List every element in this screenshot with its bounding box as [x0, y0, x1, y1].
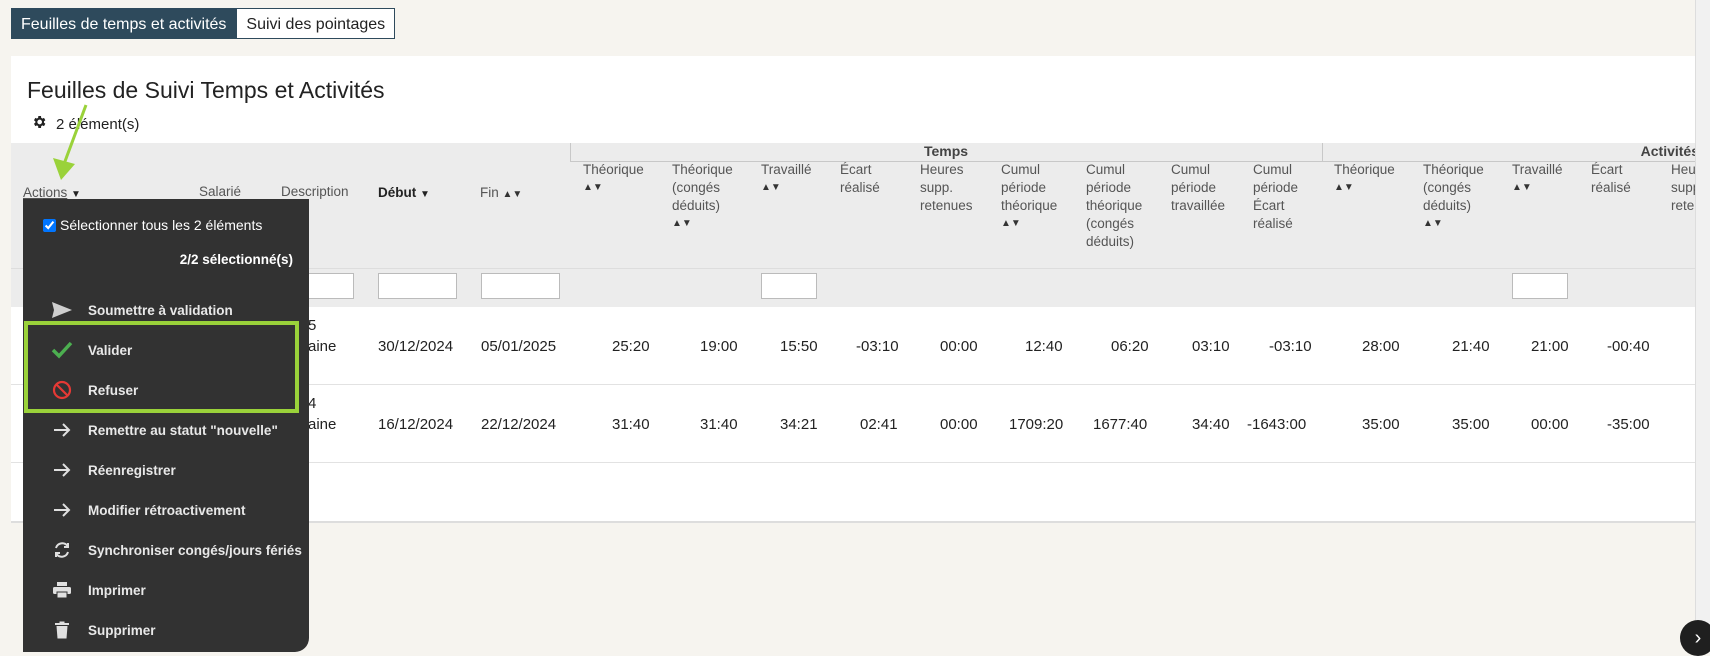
cell-salarie: 5	[308, 317, 317, 334]
cell-heures-supp: 00:00	[940, 338, 978, 355]
cell-description: aine	[308, 416, 337, 433]
sync-icon	[47, 540, 77, 560]
column-cumul-ecart[interactable]: Cumul période Écart réalisé	[1253, 161, 1319, 233]
filter-fin-input[interactable]	[481, 273, 560, 299]
column-activites-heures-supp[interactable]: Heures supp. rete	[1671, 161, 1695, 215]
cell-salarie: 4	[308, 395, 317, 412]
menu-item-label: Imprimer	[88, 582, 146, 598]
filter-travaille-input[interactable]	[761, 273, 817, 299]
cell-travaille: 34:21	[780, 416, 818, 433]
cell-cumul-ecart: -03:10	[1269, 338, 1312, 355]
expand-chevron-button[interactable]: ›	[1680, 620, 1710, 656]
cell-activites-ecart: -00:40	[1607, 338, 1650, 355]
menu-item-label: Synchroniser congés/jours fériés	[88, 542, 302, 558]
menu-item-imprimer[interactable]: Imprimer	[23, 572, 309, 608]
column-activites-ecart[interactable]: Écart réalisé	[1591, 161, 1657, 197]
annotation-highlight-box	[24, 321, 299, 413]
cell-activites-travaille: 00:00	[1531, 416, 1569, 433]
filter-debut-input[interactable]	[378, 273, 457, 299]
actions-dropdown-menu: Sélectionner tous les 2 éléments 2/2 sél…	[23, 199, 309, 652]
select-all-label: Sélectionner tous les 2 éléments	[60, 217, 263, 233]
menu-item-remettre-statut[interactable]: Remettre au statut "nouvelle"	[23, 412, 309, 448]
cell-cumul-theorique-conges: 1677:40	[1093, 416, 1148, 433]
column-cumul-theorique-conges[interactable]: Cumul période théorique (congés déduits)	[1086, 161, 1164, 251]
cell-theorique-conges: 19:00	[700, 338, 738, 355]
cell-activites-travaille: 21:00	[1531, 338, 1569, 355]
cell-debut: 30/12/2024	[378, 338, 454, 355]
cell-fin: 22/12/2024	[481, 416, 557, 433]
column-activites-theorique[interactable]: Théorique ▲▼	[1334, 161, 1410, 197]
menu-item-label: Réenregistrer	[88, 462, 176, 478]
page-title: Feuilles de Suivi Temps et Activités	[27, 77, 385, 103]
vertical-scrollbar[interactable]	[1695, 0, 1710, 652]
cell-cumul-theorique-conges: 06:20	[1111, 338, 1149, 355]
menu-item-reenregistrer[interactable]: Réenregistrer	[23, 452, 309, 488]
menu-item-supprimer[interactable]: Supprimer	[23, 612, 309, 648]
cell-debut: 16/12/2024	[378, 416, 454, 433]
cell-travaille: 15:50	[780, 338, 818, 355]
menu-item-label: Supprimer	[88, 622, 156, 638]
cell-theorique-conges: 31:40	[700, 416, 738, 433]
cell-ecart: -03:10	[856, 338, 899, 355]
column-cumul-theorique[interactable]: Cumul période théorique ▲▼	[1001, 161, 1077, 233]
arrow-right-icon	[47, 502, 77, 518]
column-theorique[interactable]: Théorique ▲▼	[583, 161, 661, 197]
tab-bar: Feuilles de temps et activités Suivi des…	[11, 8, 396, 39]
column-debut[interactable]: Début ▼	[378, 184, 430, 204]
cell-cumul-travaillee: 03:10	[1192, 338, 1230, 355]
send-icon	[47, 301, 77, 319]
cell-cumul-ecart: -1643:00	[1247, 416, 1307, 433]
cell-theorique: 25:20	[612, 338, 650, 355]
selected-count: 2/2 sélectionné(s)	[179, 252, 293, 267]
group-header-activites: Activités	[1322, 143, 1699, 162]
menu-item-label: Soumettre à validation	[88, 302, 233, 318]
column-activites-travaille[interactable]: Travaillé ▲▼	[1512, 161, 1578, 197]
cell-cumul-theorique: 12:40	[1025, 338, 1063, 355]
cell-activites-theorique: 35:00	[1362, 416, 1400, 433]
cell-fin: 05/01/2025	[481, 338, 557, 355]
cell-activites-theorique: 28:00	[1362, 338, 1400, 355]
cell-description: aine	[308, 338, 337, 355]
cell-heures-supp: 00:00	[940, 416, 978, 433]
group-header-temps: Temps	[570, 143, 1322, 162]
tab-feuilles-temps[interactable]: Feuilles de temps et activités	[11, 8, 237, 39]
cell-activites-theorique-conges: 35:00	[1452, 416, 1490, 433]
filter-description-input[interactable]	[306, 273, 354, 299]
printer-icon	[47, 581, 77, 599]
cell-theorique: 31:40	[612, 416, 650, 433]
menu-item-synchroniser[interactable]: Synchroniser congés/jours fériés	[23, 532, 309, 568]
arrow-right-icon	[47, 462, 77, 478]
filter-activites-travaille-input[interactable]	[1512, 273, 1568, 299]
cell-cumul-travaillee: 34:40	[1192, 416, 1230, 433]
arrow-right-icon	[47, 422, 77, 438]
menu-item-modifier-retroactivement[interactable]: Modifier rétroactivement	[23, 492, 309, 528]
cell-cumul-theorique: 1709:20	[1009, 416, 1064, 433]
column-theorique-conges[interactable]: Théorique (congés déduits) ▲▼	[672, 161, 750, 233]
column-ecart-realise[interactable]: Écart réalisé	[840, 161, 910, 197]
menu-item-label: Remettre au statut "nouvelle"	[88, 422, 278, 438]
menu-item-label: Modifier rétroactivement	[88, 502, 246, 518]
tab-suivi-pointages[interactable]: Suivi des pointages	[236, 8, 396, 39]
column-activites-theorique-conges[interactable]: Théorique (congés déduits) ▲▼	[1423, 161, 1501, 233]
cell-ecart: 02:41	[860, 416, 898, 433]
trash-icon	[47, 621, 77, 639]
cell-activites-theorique-conges: 21:40	[1452, 338, 1490, 355]
column-heures-supp[interactable]: Heures supp. retenues	[920, 161, 990, 215]
gear-icon[interactable]	[31, 114, 47, 134]
chevron-right-icon: ›	[1694, 626, 1702, 649]
column-travaille[interactable]: Travaillé ▲▼	[761, 161, 831, 197]
select-all-checkbox[interactable]: Sélectionner tous les 2 éléments	[43, 217, 262, 233]
cell-activites-ecart: -35:00	[1607, 416, 1650, 433]
annotation-arrow-icon	[53, 104, 88, 180]
column-cumul-travaillee[interactable]: Cumul période travaillée	[1171, 161, 1245, 215]
column-fin[interactable]: Fin ▲▼	[480, 184, 522, 204]
select-all-check-input[interactable]	[43, 218, 56, 232]
